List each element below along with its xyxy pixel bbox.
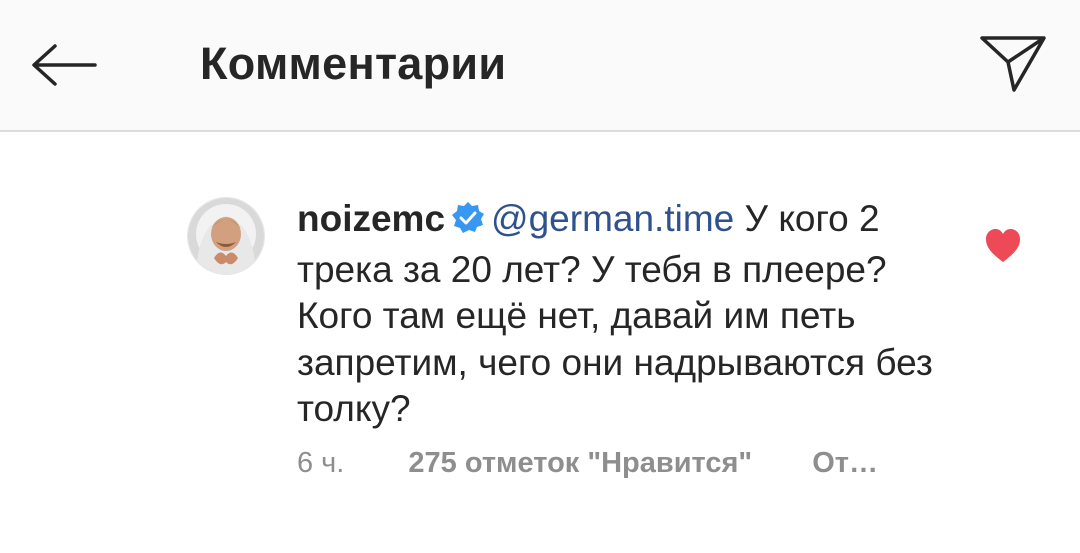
comment-body: noizemc @german.time У кого 2 трека за 20… xyxy=(297,196,937,433)
header-bar: Комментарии xyxy=(0,0,1080,132)
comment-mention[interactable]: @german.time xyxy=(491,198,734,239)
comment-time: 6 ч. xyxy=(297,447,345,479)
verified-badge-icon xyxy=(451,200,485,247)
user-photo-icon xyxy=(188,198,264,274)
like-button[interactable] xyxy=(984,228,1022,264)
arrow-left-icon xyxy=(32,44,97,86)
heart-icon xyxy=(986,229,1020,262)
reply-link[interactable]: От… xyxy=(812,447,878,480)
comment-meta: 6 ч. 275 отметок "Нравится" От… xyxy=(297,447,878,480)
paper-plane-icon xyxy=(980,36,1046,92)
avatar[interactable] xyxy=(187,197,265,275)
comment-username[interactable]: noizemc xyxy=(297,198,445,239)
likes-count-link[interactable]: 275 отметок "Нравится" xyxy=(408,447,752,480)
back-button[interactable] xyxy=(28,35,100,95)
share-button[interactable] xyxy=(975,30,1051,96)
page-title: Комментарии xyxy=(200,38,507,89)
